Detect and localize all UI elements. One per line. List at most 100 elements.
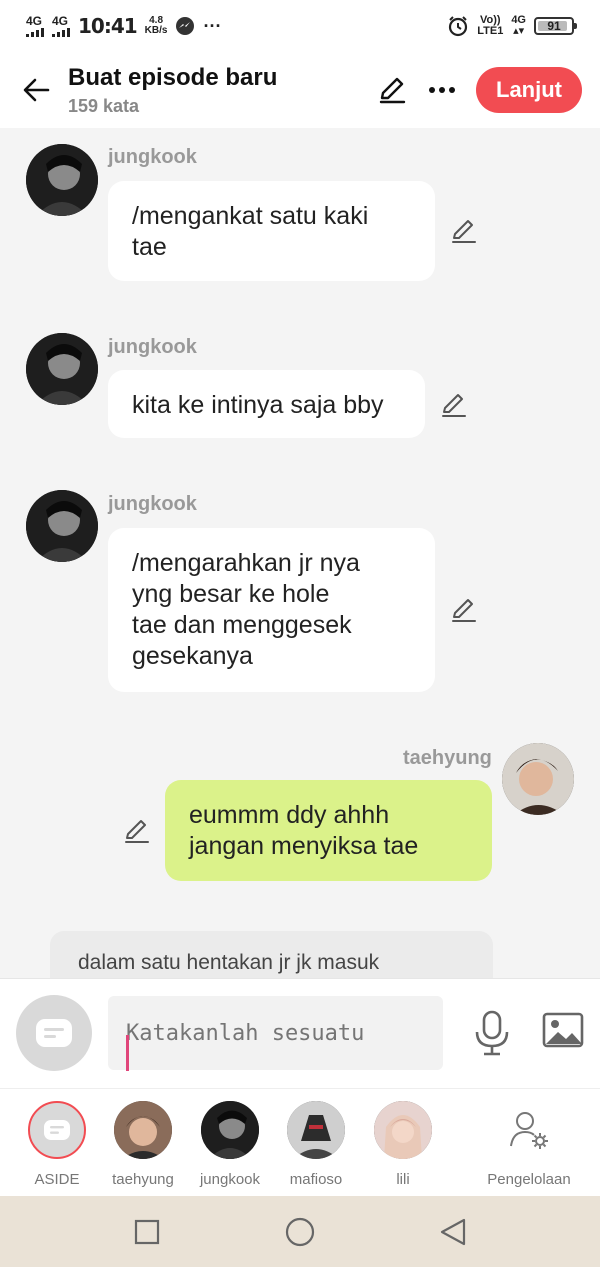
signal-sim1: 4G [26, 15, 44, 37]
edit-message-icon[interactable] [439, 390, 469, 420]
user-settings-icon [510, 1112, 548, 1149]
status-left: 4G 4G 10:41 4.8 KB/s ··· [26, 14, 221, 38]
circle-icon [285, 1217, 315, 1246]
pencil-icon [379, 77, 406, 104]
microphone-icon[interactable] [472, 1010, 512, 1056]
sender-name: taehyung [403, 747, 492, 769]
avatar-jungkook[interactable] [26, 490, 98, 562]
sender-name: jungkook [108, 146, 197, 168]
message-bubble[interactable]: /mengankat satu kaki tae [108, 181, 435, 281]
system-back-button[interactable] [436, 1215, 470, 1249]
character-lili[interactable]: lili [358, 1101, 448, 1188]
page-title: Buat episode baru [68, 63, 278, 91]
edit-message-icon[interactable] [122, 816, 152, 846]
signal-bars-icon [26, 27, 44, 37]
back-button[interactable] [18, 72, 54, 108]
chat-area[interactable]: jungkook /mengankat satu kaki tae jungko… [0, 128, 600, 978]
status-right: Vo)) LTE1 4G ▴▾ 91 [447, 15, 577, 37]
character-label: mafioso [289, 1171, 343, 1188]
word-count: 159 kata [68, 95, 140, 116]
avatar-image [287, 1101, 345, 1159]
avatar-mafioso [287, 1101, 345, 1159]
avatar-image [26, 144, 98, 216]
message-line: yng besar ke hole [132, 580, 330, 608]
manage-icon-wrap [500, 1101, 558, 1159]
data-arrows-icon: ▴▾ [513, 25, 525, 37]
aside-message-icon [44, 1120, 70, 1140]
avatar-lili [374, 1101, 432, 1159]
recent-apps-button[interactable] [130, 1215, 164, 1249]
more-notifications: ··· [203, 15, 222, 36]
avatar-image [26, 490, 98, 562]
narration-bubble[interactable]: dalam satu hentakan jr jk masuk [50, 931, 493, 978]
lte-label: LTE1 [477, 25, 504, 37]
app-header: Buat episode baru 159 kata Lanjut [0, 52, 600, 128]
text-cursor [126, 1035, 129, 1071]
message-line: kita ke intinya saja bby [132, 391, 384, 419]
data-indicator: 4G ▴▾ [511, 15, 526, 37]
message-line: /mengarahkan jr nya [132, 549, 360, 577]
avatar-jungkook[interactable] [26, 144, 98, 216]
message-bubble-self[interactable]: eummm ddy ahhh jangan menyiksa tae [165, 780, 492, 881]
avatar-image [502, 743, 574, 815]
avatar-jungkook [201, 1101, 259, 1159]
avatar-taehyung[interactable] [502, 743, 574, 815]
square-icon [134, 1219, 159, 1244]
edit-title-button[interactable] [376, 74, 408, 106]
message-line: gesekanya [132, 642, 253, 670]
edit-message-icon[interactable] [449, 216, 479, 246]
message-bubble[interactable]: kita ke intinya saja bby [108, 370, 425, 438]
avatar-image [114, 1101, 172, 1159]
next-button[interactable]: Lanjut [476, 67, 582, 113]
alarm-icon [449, 16, 468, 37]
signal-sim2: 4G [52, 15, 70, 37]
avatar-jungkook[interactable] [26, 333, 98, 405]
more-options-button[interactable] [426, 74, 458, 106]
character-label: taehyung [112, 1171, 174, 1188]
signal-bars-icon [52, 27, 70, 37]
system-nav-bar [0, 1196, 600, 1267]
message-bubble[interactable]: /mengarahkan jr nya yng besar ke hole ta… [108, 528, 435, 692]
message-line: eummm ddy ahhh [189, 801, 390, 829]
home-button[interactable] [283, 1215, 317, 1249]
avatar-image [26, 333, 98, 405]
title-block: Buat episode baru 159 kata [68, 64, 277, 117]
battery-icon: 91 [534, 17, 577, 35]
avatar-image [374, 1101, 432, 1159]
messenger-icon [176, 17, 195, 35]
avatar-image [201, 1101, 259, 1159]
sim1-label: 4G [26, 14, 43, 28]
character-taehyung[interactable]: taehyung [98, 1101, 188, 1188]
character-aside[interactable]: ASIDE [12, 1101, 102, 1188]
sim2-label: 4G [52, 14, 69, 28]
arrow-left-icon [23, 78, 50, 102]
manage-characters-button[interactable]: Pengelolaan [484, 1101, 574, 1188]
avatar-taehyung [114, 1101, 172, 1159]
status-bar: 4G 4G 10:41 4.8 KB/s ··· Vo)) LTE1 4G ▴▾… [0, 0, 600, 52]
aside-message-icon [36, 1019, 72, 1047]
aside-toggle-button[interactable] [16, 995, 92, 1071]
character-mafioso[interactable]: mafioso [271, 1101, 361, 1188]
message-input[interactable] [108, 996, 443, 1070]
message-line: tae dan menggesek [132, 611, 352, 639]
message-line: /mengankat satu kaki [132, 202, 369, 230]
message-line: jangan menyiksa tae [189, 832, 419, 860]
clock: 10:41 [78, 14, 138, 38]
character-jungkook[interactable]: jungkook [185, 1101, 275, 1188]
network-speed: 4.8 KB/s [145, 16, 168, 36]
aside-avatar [28, 1101, 86, 1159]
header-actions: Lanjut [376, 67, 582, 113]
message-line: tae [132, 233, 167, 261]
character-bar: ASIDE taehyung jungkook mafioso lili Pen… [0, 1088, 600, 1196]
character-label: lili [396, 1171, 410, 1188]
battery-level: 91 [547, 19, 561, 33]
character-label: jungkook [199, 1171, 261, 1188]
triangle-back-icon [441, 1218, 466, 1245]
volte-indicator: Vo)) LTE1 [477, 15, 503, 37]
edit-message-icon[interactable] [449, 595, 479, 625]
image-icon[interactable] [542, 1012, 584, 1050]
character-label: ASIDE [34, 1171, 80, 1188]
character-label: Pengelolaan [487, 1171, 571, 1188]
speed-unit: KB/s [144, 25, 168, 36]
sender-name: jungkook [108, 336, 197, 358]
